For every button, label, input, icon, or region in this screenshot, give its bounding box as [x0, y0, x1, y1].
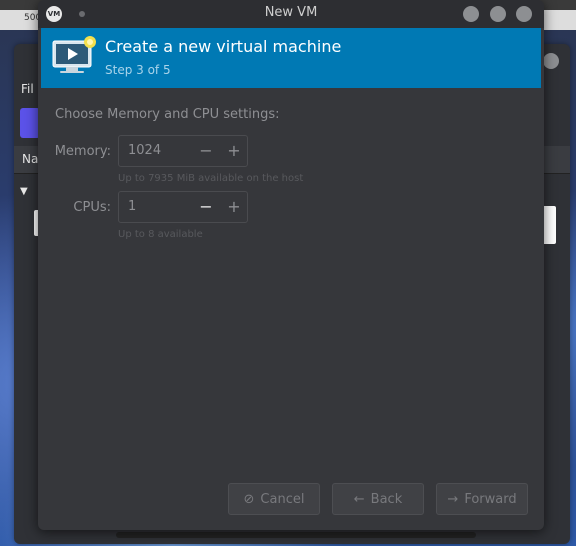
minimize-button[interactable] — [463, 6, 479, 22]
close-button[interactable] — [516, 6, 532, 22]
memory-hint: Up to 7935 MiB available on the host — [118, 173, 304, 184]
arrow-right-icon: → — [447, 491, 459, 507]
cancel-label: Cancel — [260, 491, 305, 507]
background-column-header-name[interactable]: Na — [22, 152, 38, 166]
forward-button[interactable]: → Forward — [436, 483, 528, 515]
memory-increment-icon[interactable]: + — [224, 141, 244, 161]
cancel-button[interactable]: ⊘ Cancel — [228, 483, 320, 515]
maximize-button[interactable] — [490, 6, 506, 22]
cpus-increment-icon[interactable]: + — [224, 197, 244, 217]
memory-label: Memory: — [54, 144, 111, 159]
memory-value[interactable]: 1024 — [128, 143, 161, 158]
cancel-icon: ⊘ — [243, 491, 255, 507]
arrow-left-icon: ← — [353, 491, 365, 507]
cpus-decrement-icon[interactable]: − — [196, 197, 216, 217]
back-button[interactable]: ← Back — [332, 483, 424, 515]
wizard-banner: Create a new virtual machine Step 3 of 5 — [41, 28, 541, 88]
background-column-header-right — [540, 146, 570, 174]
dialog-titlebar[interactable]: VM New VM — [38, 0, 544, 28]
wizard-title: Create a new virtual machine — [105, 37, 342, 56]
background-menu-file[interactable]: Fil — [21, 82, 34, 96]
background-window-close-button[interactable] — [543, 53, 559, 69]
section-label: Choose Memory and CPU settings: — [55, 107, 280, 122]
cpus-value[interactable]: 1 — [128, 199, 136, 214]
back-label: Back — [370, 491, 403, 507]
wizard-step-indicator: Step 3 of 5 — [105, 63, 171, 77]
cpus-hint: Up to 8 available — [118, 229, 203, 240]
cpus-label: CPUs: — [73, 200, 111, 215]
forward-label: Forward — [464, 491, 517, 507]
background-taskbar — [116, 532, 476, 538]
new-vm-dialog: VM New VM Create a new virtual machine S… — [38, 0, 544, 530]
cpus-spinbox[interactable]: 1 − + — [118, 191, 248, 223]
vm-monitor-icon — [52, 36, 96, 73]
background-toolbar-button[interactable] — [20, 108, 40, 138]
memory-decrement-icon[interactable]: − — [196, 141, 216, 161]
memory-spinbox[interactable]: 1024 − + — [118, 135, 248, 167]
background-expand-arrow-icon[interactable]: ▼ — [20, 186, 28, 197]
